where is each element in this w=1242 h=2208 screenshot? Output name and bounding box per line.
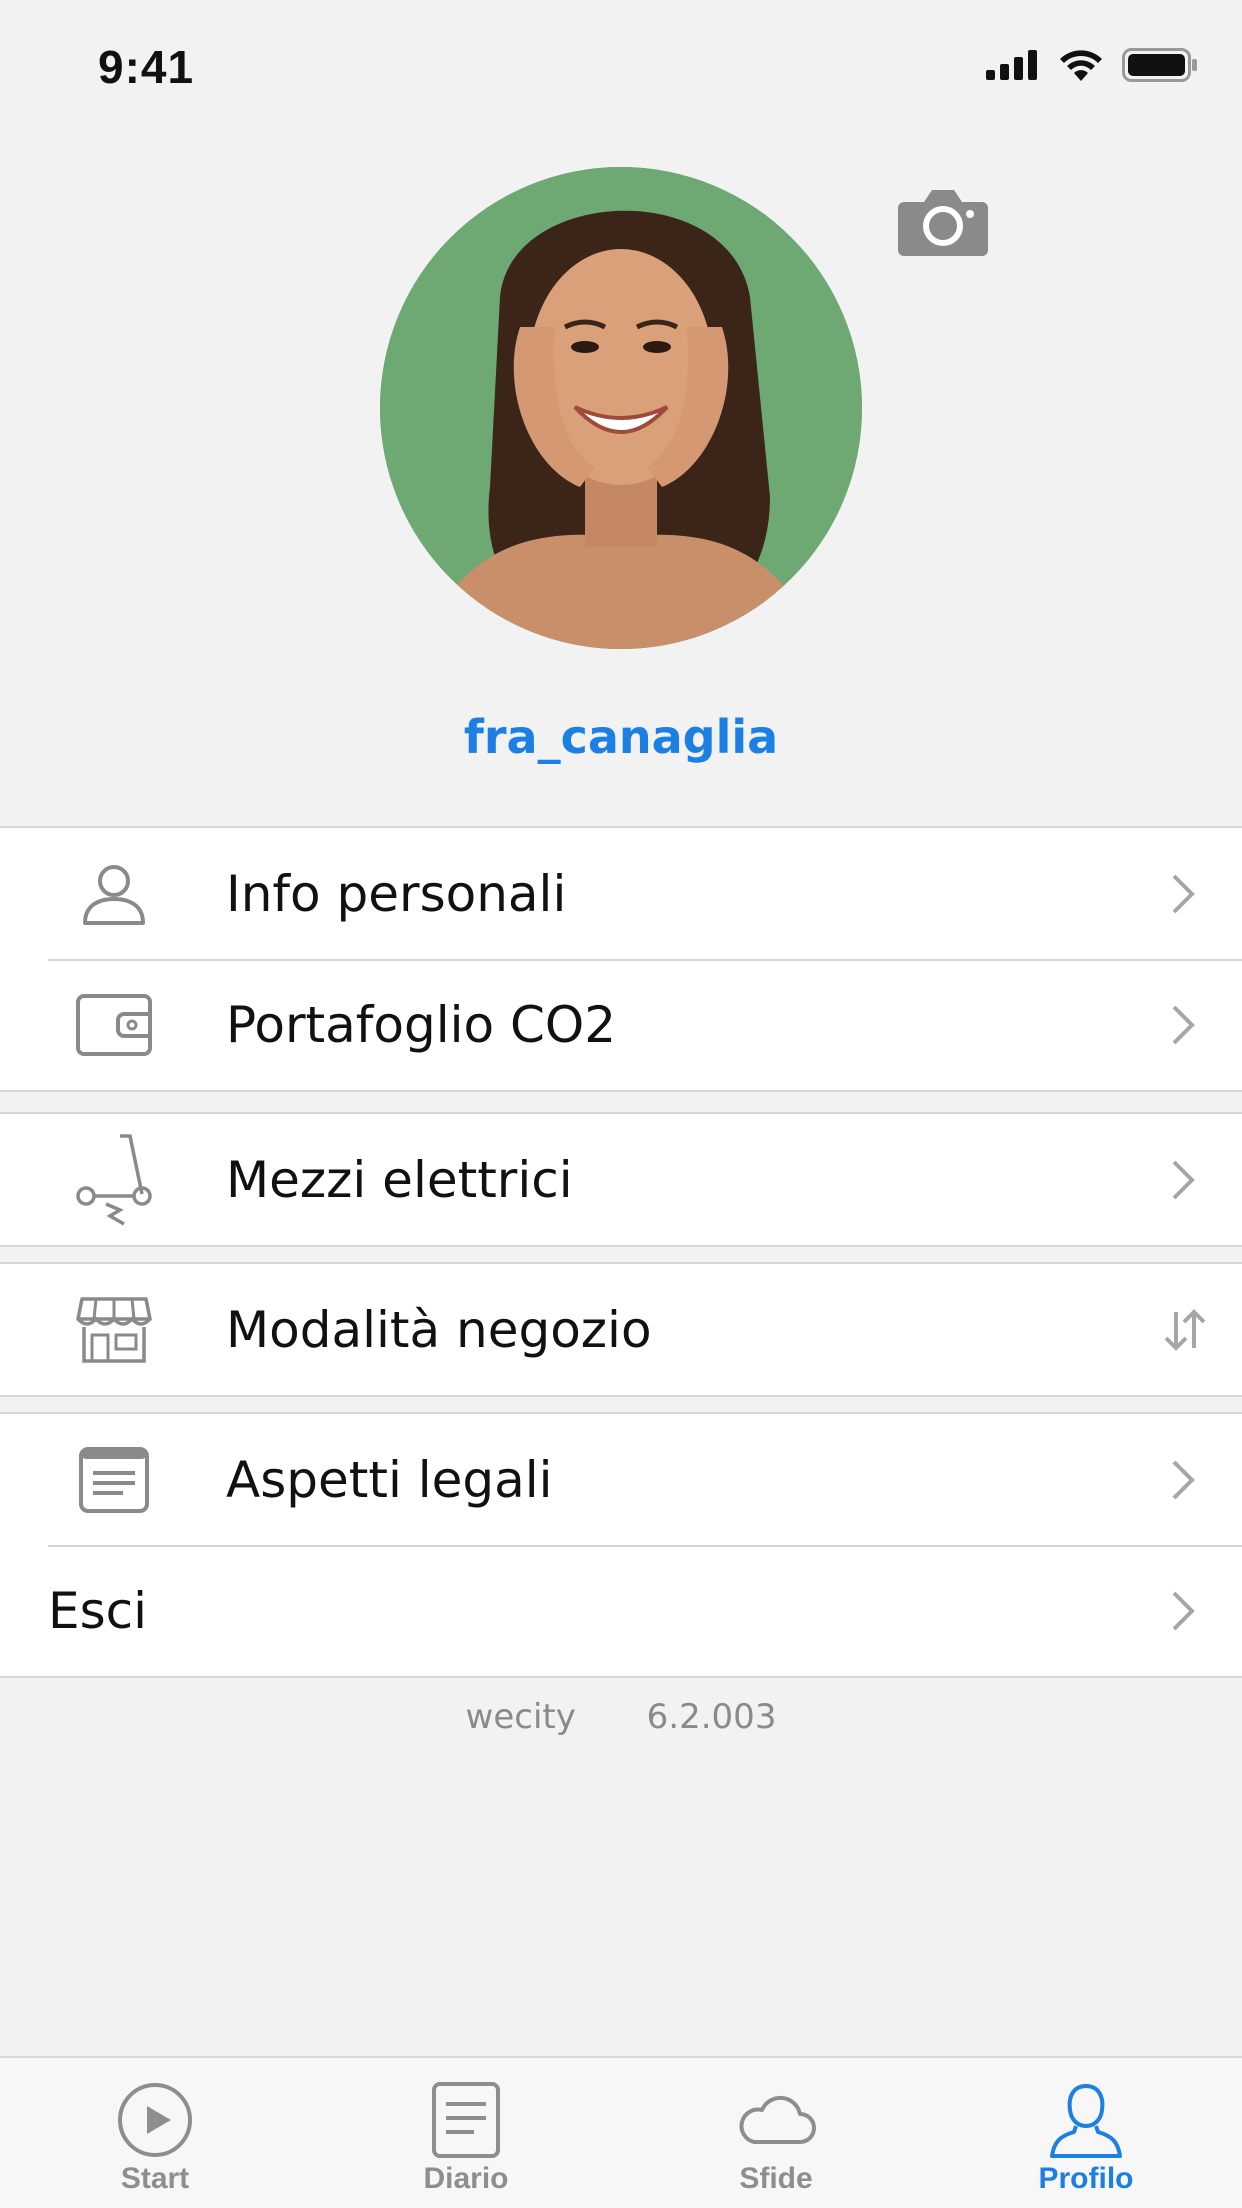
- app-version: 6.2.003: [646, 1697, 777, 1737]
- change-photo-camera-icon[interactable]: [898, 184, 988, 256]
- menu-item-modalita-negozio[interactable]: Modalità negozio: [0, 1264, 1242, 1395]
- tab-label: Sfide: [739, 2162, 813, 2195]
- cellular-signal-icon: [986, 50, 1037, 80]
- menu-item-esci[interactable]: Esci: [0, 1545, 1242, 1676]
- tab-label: Diario: [423, 2162, 509, 2195]
- menu-label: Aspetti legali: [226, 1450, 553, 1509]
- status-icons: [986, 48, 1198, 82]
- battery-icon: [1122, 48, 1197, 82]
- username: fra_canaglia: [463, 710, 779, 764]
- shop-group: Modalità negozio: [0, 1262, 1242, 1397]
- chevron-right-icon: [1172, 1160, 1195, 1199]
- play-circle-icon: [118, 2083, 192, 2157]
- menu-label: Info personali: [226, 864, 567, 923]
- journal-icon: [432, 2082, 500, 2158]
- menu-item-mezzi-elettrici[interactable]: Mezzi elettrici: [0, 1114, 1242, 1245]
- tab-label: Profilo: [1038, 2162, 1134, 2195]
- wallet-icon: [74, 985, 154, 1065]
- menu-label: Mezzi elettrici: [226, 1150, 573, 1209]
- swap-arrows-icon[interactable]: [1162, 1308, 1208, 1352]
- wifi-icon: [1060, 50, 1102, 81]
- person-icon: [74, 854, 154, 934]
- account-group: Info personali Portafoglio CO2: [0, 826, 1242, 1092]
- menu-label: Modalità negozio: [226, 1300, 652, 1359]
- tab-diario[interactable]: Diario: [311, 2058, 621, 2208]
- menu-label: Portafoglio CO2: [226, 995, 617, 1054]
- status-bar: 9:41: [0, 0, 1242, 130]
- cloud-icon: [739, 2095, 816, 2144]
- menu-item-portafoglio[interactable]: Portafoglio CO2: [0, 959, 1242, 1090]
- chevron-right-icon: [1172, 874, 1195, 913]
- tab-bar: Start Diario Sfide Profilo: [0, 2056, 1242, 2208]
- app-name: wecity: [465, 1697, 576, 1737]
- person-icon: [1050, 2083, 1122, 2158]
- store-icon: [74, 1290, 154, 1370]
- menu-item-aspetti-legali[interactable]: Aspetti legali: [0, 1414, 1242, 1545]
- tab-label: Start: [120, 2162, 190, 2195]
- chevron-right-icon: [1172, 1005, 1195, 1044]
- electric-scooter-icon: [74, 1133, 154, 1226]
- chevron-right-icon: [1172, 1591, 1195, 1630]
- tab-profilo[interactable]: Profilo: [931, 2058, 1241, 2208]
- version-footer: wecity 6.2.003: [0, 1697, 1242, 1737]
- profile-avatar[interactable]: [380, 167, 862, 649]
- menu-item-info-personali[interactable]: Info personali: [0, 828, 1242, 959]
- status-time: 9:41: [98, 41, 195, 93]
- tab-start[interactable]: Start: [0, 2058, 310, 2208]
- menu-label: Esci: [48, 1581, 148, 1640]
- vehicles-group: Mezzi elettrici: [0, 1112, 1242, 1247]
- avatar-photo: [380, 167, 862, 649]
- chevron-right-icon: [1172, 1460, 1195, 1499]
- legal-group: Aspetti legali Esci: [0, 1412, 1242, 1678]
- document-icon: [74, 1440, 154, 1520]
- tab-sfide[interactable]: Sfide: [621, 2058, 931, 2208]
